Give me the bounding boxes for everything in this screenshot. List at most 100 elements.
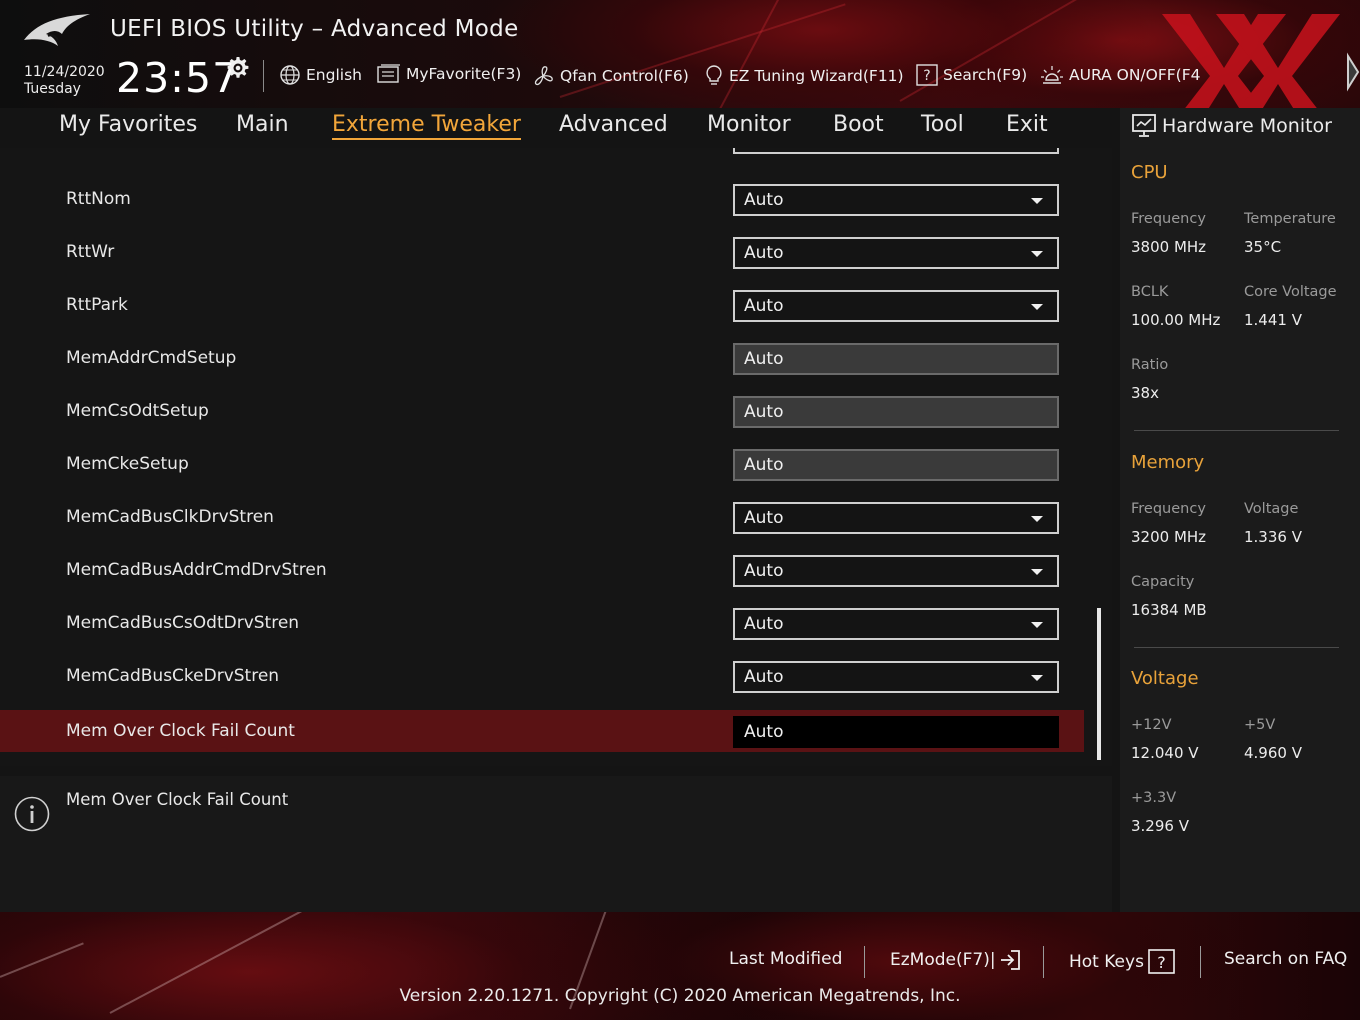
tab-extreme-tweaker[interactable]: Extreme Tweaker bbox=[332, 112, 521, 140]
setting-row-memcadbusckedrvstren[interactable]: MemCadBusCkeDrvStren Auto bbox=[0, 655, 1084, 697]
info-description: Mem Over Clock Fail Count bbox=[66, 790, 289, 809]
tab-monitor[interactable]: Monitor bbox=[707, 112, 791, 137]
chevron-down-icon bbox=[1031, 198, 1043, 204]
tab-boot[interactable]: Boot bbox=[833, 112, 884, 137]
setting-row-memcadbusaddrcmddrvstren[interactable]: MemCadBusAddrCmdDrvStren Auto bbox=[0, 549, 1084, 591]
date-display: 11/24/2020 Tuesday bbox=[24, 64, 105, 98]
bclk-value: 100.00 MHz bbox=[1131, 311, 1221, 329]
footer-decoration bbox=[0, 942, 84, 978]
memory-frequency-value: 3200 MHz bbox=[1131, 528, 1207, 546]
memcsodtsetup-field: Auto bbox=[733, 396, 1059, 428]
voltage-heading: Voltage bbox=[1131, 668, 1199, 689]
scrollbar-thumb[interactable] bbox=[1097, 608, 1101, 760]
memaddrcmdsetup-field: Auto bbox=[733, 343, 1059, 375]
language-button[interactable]: English bbox=[279, 64, 362, 86]
setting-row-rttwr[interactable]: RttWr Auto bbox=[0, 231, 1084, 273]
setting-label: RttNom bbox=[66, 189, 131, 209]
expand-arrow-icon[interactable] bbox=[1344, 52, 1360, 92]
version-text: Version 2.20.1271. Copyright (C) 2020 Am… bbox=[399, 986, 961, 1006]
tab-main[interactable]: Main bbox=[236, 112, 289, 137]
setting-row-memcadbusclkdrvstren[interactable]: MemCadBusClkDrvStren Auto bbox=[0, 496, 1084, 538]
hardware-monitor-label: Hardware Monitor bbox=[1162, 115, 1332, 137]
last-modified-button[interactable]: Last Modified bbox=[729, 949, 842, 969]
info-icon bbox=[14, 796, 50, 832]
setting-label: RttWr bbox=[66, 242, 115, 262]
monitor-icon bbox=[1132, 114, 1156, 137]
gear-icon[interactable] bbox=[226, 56, 250, 80]
setting-value: Auto bbox=[744, 296, 784, 316]
setting-row-memckesetup: MemCkeSetup Auto bbox=[0, 443, 1084, 485]
language-label: English bbox=[306, 66, 362, 84]
setting-label: Mem Over Clock Fail Count bbox=[66, 721, 295, 741]
memory-voltage-value: 1.336 V bbox=[1244, 528, 1302, 546]
settings-list[interactable]: RttNom Auto RttWr Auto RttPark Auto MemA… bbox=[0, 148, 1112, 766]
nav-tabs: My Favorites Main Extreme Tweaker Advanc… bbox=[0, 108, 1112, 149]
setting-value: Auto bbox=[744, 190, 784, 210]
ezmode-button[interactable]: EzMode(F7)| bbox=[890, 949, 1022, 971]
rttwr-dropdown[interactable]: Auto bbox=[733, 237, 1059, 269]
exit-arrow-icon bbox=[1000, 950, 1020, 970]
setting-row-rttnom[interactable]: RttNom Auto bbox=[0, 178, 1084, 220]
ratio-value: 38x bbox=[1131, 384, 1159, 402]
lightbulb-icon bbox=[706, 65, 722, 85]
search-button[interactable]: ? Search(F9) bbox=[916, 64, 1027, 86]
search-label: Search(F9) bbox=[943, 66, 1028, 84]
rttpark-dropdown[interactable]: Auto bbox=[733, 290, 1059, 322]
capacity-value: 16384 MB bbox=[1131, 601, 1207, 619]
qfan-control-button[interactable]: Qfan Control(F6) bbox=[531, 64, 689, 88]
setting-value: Auto bbox=[744, 243, 784, 263]
v5-value: 4.960 V bbox=[1244, 744, 1302, 762]
cpu-temperature-label: Temperature bbox=[1244, 211, 1336, 227]
tab-my-favorites[interactable]: My Favorites bbox=[59, 112, 197, 137]
footer-separator bbox=[1043, 946, 1044, 978]
setting-label: MemCadBusCkeDrvStren bbox=[66, 666, 280, 686]
setting-row-memcsodtsetup: MemCsOdtSetup Auto bbox=[0, 390, 1084, 432]
svg-text:?: ? bbox=[1157, 953, 1166, 972]
memcadbusaddrcmddrvstren-dropdown[interactable]: Auto bbox=[733, 555, 1059, 587]
setting-value: Auto bbox=[744, 667, 784, 687]
setting-label: MemCkeSetup bbox=[66, 454, 189, 474]
setting-value: Auto bbox=[744, 614, 784, 634]
ez-tuning-wizard-button[interactable]: EZ Tuning Wizard(F11) bbox=[704, 64, 904, 88]
setting-label: MemCadBusClkDrvStren bbox=[66, 507, 274, 527]
setting-label: MemAddrCmdSetup bbox=[66, 348, 237, 368]
memcadbusclkdrvstren-dropdown[interactable]: Auto bbox=[733, 502, 1059, 534]
v5-label: +5V bbox=[1244, 717, 1276, 733]
version-copyright: Version 2.20.1271. Copyright (C) 2020 Am… bbox=[0, 986, 1360, 1006]
day-text: Tuesday bbox=[24, 81, 81, 97]
memcadbuscsodtdrvstren-dropdown[interactable]: Auto bbox=[733, 608, 1059, 640]
setting-label: MemCadBusAddrCmdDrvStren bbox=[66, 560, 327, 580]
mem-over-clock-fail-count-input[interactable]: Auto bbox=[733, 716, 1059, 748]
setting-row-memaddrcmdsetup: MemAddrCmdSetup Auto bbox=[0, 337, 1084, 379]
header-separator bbox=[263, 60, 264, 92]
setting-row-mem-over-clock-fail-count[interactable]: Mem Over Clock Fail Count Auto bbox=[0, 710, 1084, 752]
search-on-faq-label: Search on FAQ bbox=[1224, 949, 1348, 969]
footer-bar: Last Modified EzMode(F7)| Hot Keys ? Sea… bbox=[0, 912, 1360, 1020]
memcadbusckedrvstren-dropdown[interactable]: Auto bbox=[733, 661, 1059, 693]
search-on-faq-button[interactable]: Search on FAQ bbox=[1224, 949, 1347, 969]
setting-row-rttpark[interactable]: RttPark Auto bbox=[0, 284, 1084, 326]
partial-setting-field[interactable] bbox=[733, 148, 1059, 154]
rttnom-dropdown[interactable]: Auto bbox=[733, 184, 1059, 216]
hot-keys-button[interactable]: Hot Keys ? bbox=[1069, 949, 1176, 975]
chevron-down-icon bbox=[1031, 622, 1043, 628]
footer-separator bbox=[864, 946, 865, 978]
app-title: UEFI BIOS Utility – Advanced Mode bbox=[110, 16, 519, 42]
hardware-monitor-panel: Hardware Monitor CPU Frequency 3800 MHz … bbox=[1120, 108, 1360, 912]
tab-advanced[interactable]: Advanced bbox=[559, 112, 668, 137]
chevron-down-icon bbox=[1031, 304, 1043, 310]
hot-keys-label: Hot Keys bbox=[1069, 952, 1144, 972]
tab-tool[interactable]: Tool bbox=[921, 112, 964, 137]
question-box-icon: ? bbox=[916, 64, 938, 86]
myfavorite-button[interactable]: MyFavorite(F3) bbox=[377, 64, 521, 84]
ezmode-label: EzMode(F7)| bbox=[890, 950, 996, 970]
setting-row-memcadbuscsodtdrvstren[interactable]: MemCadBusCsOdtDrvStren Auto bbox=[0, 602, 1084, 644]
myfavorite-label: MyFavorite(F3) bbox=[406, 65, 522, 83]
info-panel: Mem Over Clock Fail Count bbox=[0, 776, 1112, 912]
memory-heading: Memory bbox=[1131, 452, 1205, 473]
chevron-down-icon bbox=[1031, 675, 1043, 681]
section-divider bbox=[1134, 647, 1339, 648]
tab-exit[interactable]: Exit bbox=[1006, 112, 1048, 137]
capacity-label: Capacity bbox=[1131, 574, 1195, 590]
svg-text:?: ? bbox=[923, 68, 930, 84]
